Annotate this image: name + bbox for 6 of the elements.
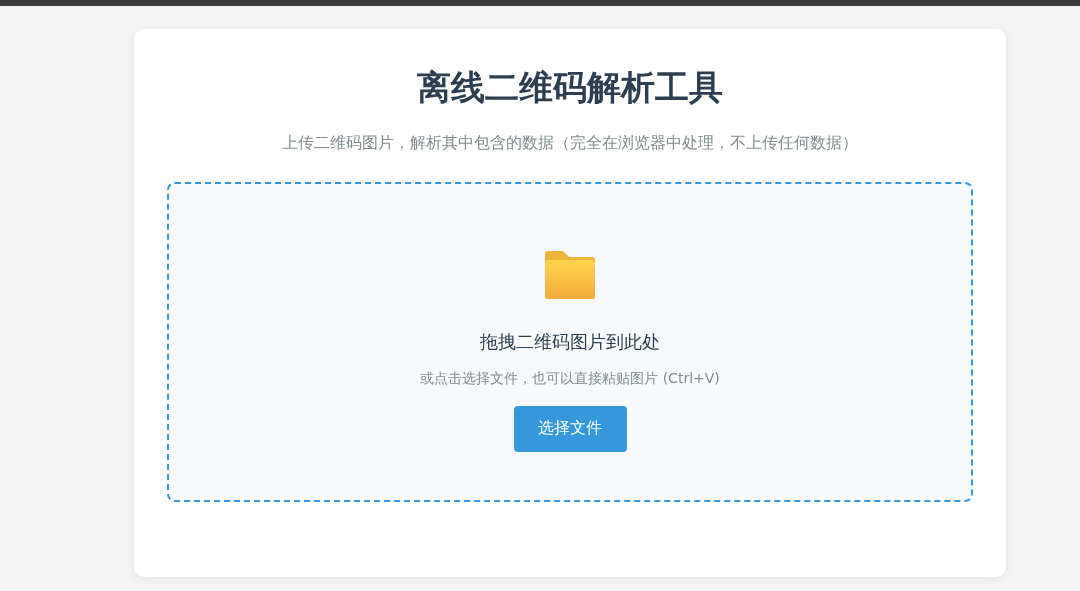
folder-icon (543, 249, 597, 300)
drop-hint: 或点击选择文件，也可以直接粘贴图片 (Ctrl+V) (420, 369, 720, 388)
page-subtitle: 上传二维码图片，解析其中包含的数据（完全在浏览器中处理，不上传任何数据） (282, 132, 858, 154)
drop-zone[interactable]: 拖拽二维码图片到此处 或点击选择文件，也可以直接粘贴图片 (Ctrl+V) 选择文件 (167, 181, 973, 502)
page-title: 离线二维码解析工具 (417, 67, 723, 108)
drop-heading: 拖拽二维码图片到此处 (480, 329, 660, 354)
